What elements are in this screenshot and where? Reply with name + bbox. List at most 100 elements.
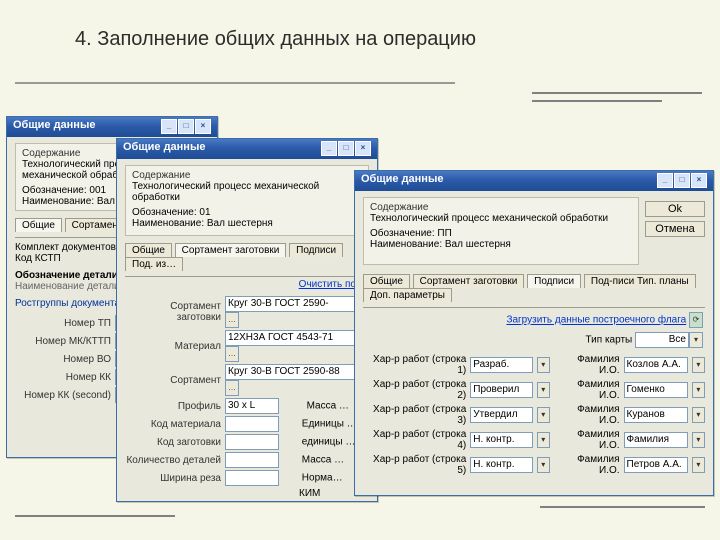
dropdown-icon[interactable]: … [225, 380, 239, 396]
har-field[interactable]: Разраб. [470, 357, 532, 373]
koldet-field[interactable] [225, 452, 279, 468]
ok-button[interactable]: Ok [645, 201, 705, 217]
chevron-down-icon[interactable]: ▾ [692, 382, 705, 398]
refresh-icon[interactable]: ⟳ [689, 312, 703, 328]
titlebar[interactable]: Общие данные _□× [7, 117, 217, 137]
close-icon[interactable]: × [195, 119, 211, 134]
chevron-down-icon[interactable]: ▾ [692, 407, 705, 423]
minimize-icon[interactable]: _ [321, 141, 337, 156]
content-group: Содержание Технологический процесс механ… [363, 197, 639, 265]
har-field[interactable]: Проверил [470, 382, 532, 398]
profile-label: Профиль [125, 398, 225, 414]
sortament-field[interactable]: Круг 30-В ГОСТ 2590-88 [225, 364, 363, 380]
kodmat-field[interactable] [225, 416, 279, 432]
titlebar[interactable]: Общие данные _□× [117, 139, 377, 159]
tip-karty-label: Тип карты [586, 335, 633, 346]
content-group: Содержание Технологический процесс механ… [125, 165, 369, 236]
sharina-field[interactable] [225, 470, 279, 486]
oboz-value: 001 [89, 185, 106, 196]
dropdown-icon[interactable]: … [225, 312, 239, 328]
fam-label: Фамилия И.О. [554, 454, 620, 476]
chevron-down-icon[interactable]: ▾ [692, 357, 705, 373]
chevron-down-icon[interactable]: ▾ [692, 432, 705, 448]
fam-field[interactable]: Петров А.А. [624, 457, 688, 473]
minimize-icon[interactable]: _ [657, 173, 673, 188]
naim-label: Наименование: [370, 239, 442, 250]
tab-signs2[interactable]: Под. из… [125, 257, 183, 271]
tab-signs[interactable]: Подписи [289, 243, 343, 257]
chevron-down-icon[interactable]: ▾ [537, 407, 550, 423]
maximize-icon[interactable]: □ [338, 141, 354, 156]
ed2-col-label: единицы … [302, 437, 356, 448]
har-field[interactable]: Н. контр. [470, 457, 532, 473]
oboz-value: ПП [437, 228, 451, 239]
fam-field[interactable]: Гоменко А.П. [624, 382, 688, 398]
cancel-button[interactable]: Отмена [645, 221, 705, 237]
har-label: Хар-р работ (строка 2) [363, 379, 466, 401]
decor-rule [540, 506, 705, 508]
norma-label: Норма… [302, 473, 343, 484]
nomer-mk-label: Номер МК/КТТП [15, 333, 115, 349]
kodmat-label: Код материала [125, 416, 225, 432]
close-icon[interactable]: × [691, 173, 707, 188]
tab-general[interactable]: Общие [15, 218, 62, 232]
fam-field[interactable]: Куранов И.А. [624, 407, 688, 423]
fam-field[interactable]: Козлов А.А. [624, 357, 688, 373]
chevron-down-icon[interactable]: ▾ [689, 332, 703, 348]
tabs: Общие Сортамент заготовки Подписи Под. и… [125, 242, 369, 270]
tabs: Общие Сортамент заготовки Подписи Под-пи… [363, 273, 705, 301]
signature-row: Хар-р работ (строка 3)Утвердил▾Фамилия И… [363, 404, 705, 426]
signature-row: Хар-р работ (строка 2)Проверил▾Фамилия И… [363, 379, 705, 401]
oboz-label: Обозначение: [22, 185, 87, 196]
har-label: Хар-р работ (строка 3) [363, 404, 466, 426]
decor-rule [532, 92, 702, 94]
signature-row: Хар-р работ (строка 1)Разраб.▾Фамилия И.… [363, 354, 705, 376]
nomer-vo-label: Номер ВО [15, 351, 115, 367]
oboz-value: 01 [199, 207, 210, 218]
nomer-kk2-label: Номер КК (second) [15, 387, 115, 403]
tab-signs[interactable]: Подписи [527, 274, 581, 288]
tab-sortament[interactable]: Сортамент заготовки [413, 274, 525, 288]
maximize-icon[interactable]: □ [178, 119, 194, 134]
sortzag-label: Сортамент заготовки [125, 296, 225, 328]
profile-field[interactable]: 30 x L [225, 398, 279, 414]
chevron-down-icon[interactable]: ▾ [537, 432, 550, 448]
kodzag-label: Код заготовки [125, 434, 225, 450]
fam-label: Фамилия И.О. [554, 379, 620, 401]
tab-general[interactable]: Общие [363, 274, 410, 288]
chevron-down-icon[interactable]: ▾ [537, 357, 550, 373]
tab-sortament[interactable]: Сортамент заготовки [175, 243, 287, 257]
titlebar[interactable]: Общие данные _□× [355, 171, 713, 191]
tab-dop[interactable]: Доп. параметры [363, 288, 452, 302]
fam-field[interactable]: Фамилия И.О. [624, 432, 688, 448]
minimize-icon[interactable]: _ [161, 119, 177, 134]
dropdown-icon[interactable]: … [225, 346, 239, 362]
maximize-icon[interactable]: □ [674, 173, 690, 188]
dialog-general-data-3: Общие данные _□× Содержание Технологичес… [354, 170, 714, 496]
har-field[interactable]: Утвердил [470, 407, 532, 423]
kodzag-field[interactable] [225, 434, 279, 450]
decor-rule [15, 515, 175, 517]
sortzag-field[interactable]: Круг 30-В ГОСТ 2590-88/25ХГТ [225, 296, 363, 312]
close-icon[interactable]: × [355, 141, 371, 156]
material-field[interactable]: 12ХН3А ГОСТ 4543-71 [225, 330, 363, 346]
fam-label: Фамилия И.О. [554, 404, 620, 426]
sharina-label: Ширина реза [125, 470, 225, 486]
dialog-general-data-2: Общие данные _□× Содержание Технологичес… [116, 138, 378, 502]
window-controls: _□× [160, 119, 211, 137]
tab-general[interactable]: Общие [125, 243, 172, 257]
kim-label: КИМ [299, 488, 320, 499]
tip-karty-field[interactable]: Все [635, 332, 689, 348]
chevron-down-icon[interactable]: ▾ [692, 457, 705, 473]
koldet-label: Количество деталей [125, 452, 225, 468]
har-label: Хар-р работ (строка 1) [363, 354, 466, 376]
chevron-down-icon[interactable]: ▾ [537, 457, 550, 473]
load-data-link[interactable]: Загрузить данные построечного флага [506, 315, 686, 326]
naim-value: Вал шестерня [207, 218, 273, 229]
tab-signs-typ[interactable]: Под-писи Тип. планы [584, 274, 696, 288]
har-label: Хар-р работ (строка 4) [363, 429, 466, 451]
har-label: Хар-р работ (строка 5) [363, 454, 466, 476]
decor-rule [15, 82, 455, 84]
chevron-down-icon[interactable]: ▾ [537, 382, 550, 398]
har-field[interactable]: Н. контр. [470, 432, 532, 448]
